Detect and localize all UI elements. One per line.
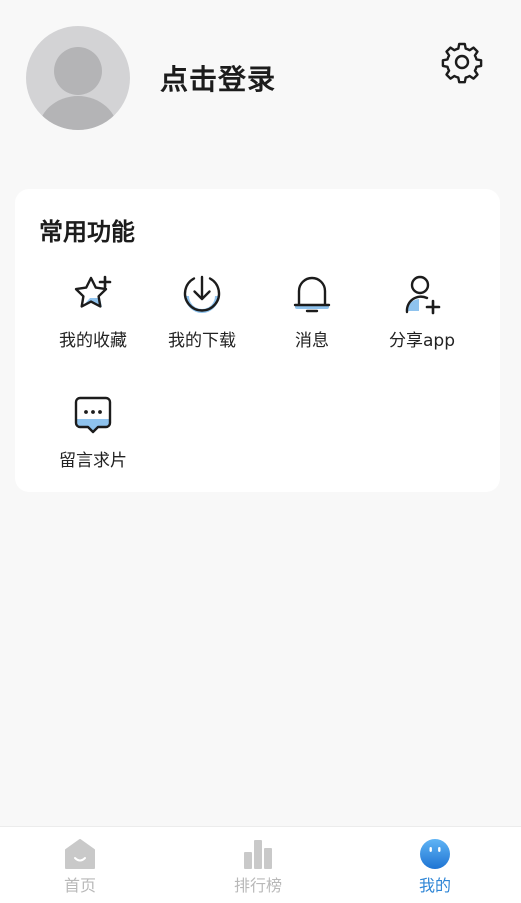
request-movie-label: 留言求片 [59,451,127,471]
share-app-label: 分享app [389,331,455,351]
tab-ranking-label: 排行榜 [233,876,282,895]
login-link[interactable]: 点击登录 [160,60,276,100]
messages-item[interactable]: 消息 [257,271,367,371]
avatar[interactable] [26,26,130,130]
tab-mine[interactable]: 我的 [375,827,495,903]
favorites-item[interactable]: 我的收藏 [38,271,148,371]
share-app-item[interactable]: 分享app [367,271,477,371]
tab-ranking[interactable]: 排行榜 [198,827,318,903]
settings-button[interactable] [440,40,484,84]
card-title: 常用功能 [39,218,135,246]
tab-mine-label: 我的 [418,876,451,895]
bottom-tab-bar: 首页 排行榜 我的 [0,826,521,903]
profile-page: 点击登录 常用功能 我的收藏 我的下载 消息 分享app 留言求片 首页 排行榜… [0,0,521,903]
user-avatar-icon [38,47,118,130]
bell-icon [293,276,331,313]
common-functions-card: 常用功能 我的收藏 我的下载 消息 分享app 留言求片 [15,189,500,492]
favorites-label: 我的收藏 [59,331,127,351]
user-add-icon [405,275,441,315]
home-icon [65,839,95,869]
request-movie-item[interactable]: 留言求片 [38,391,148,491]
ranking-icon [244,840,272,869]
tab-home[interactable]: 首页 [20,827,140,903]
download-icon [183,275,221,313]
downloads-label: 我的下载 [168,331,236,351]
profile-face-icon [420,839,450,869]
tab-home-label: 首页 [63,876,96,895]
downloads-item[interactable]: 我的下载 [147,271,257,371]
chat-bubble-icon [74,396,112,434]
messages-label: 消息 [295,331,329,351]
star-plus-icon [74,275,112,308]
gear-icon [441,42,483,84]
